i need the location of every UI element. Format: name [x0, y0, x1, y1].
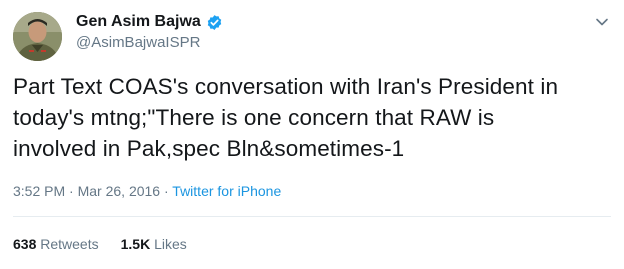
tweet-metadata: 3:52 PM · Mar 26, 2016 · Twitter for iPh…	[13, 183, 281, 199]
likes-stat[interactable]: 1.5K Likes	[121, 236, 187, 252]
meta-separator: ·	[69, 183, 74, 199]
divider	[13, 216, 611, 217]
display-name[interactable]: Gen Asim Bajwa	[76, 13, 201, 31]
avatar[interactable]	[13, 12, 62, 61]
tweet-text-line: today's mtng;"There is one concern that …	[13, 105, 495, 130]
likes-count: 1.5K	[120, 236, 151, 252]
chevron-down-icon[interactable]	[594, 14, 610, 30]
tweet-text: Part Text COAS's conversation with Iran'…	[13, 71, 611, 164]
tweet-date[interactable]: Mar 26, 2016	[78, 183, 161, 199]
tweet-source-link[interactable]: Twitter for iPhone	[172, 183, 281, 199]
retweets-stat[interactable]: 638 Retweets	[13, 236, 99, 252]
meta-separator: ·	[163, 183, 169, 199]
user-info: Gen Asim Bajwa @AsimBajwaISPR	[76, 12, 223, 51]
tweet-time[interactable]: 3:52 PM	[13, 183, 65, 199]
likes-label: Likes	[154, 236, 187, 252]
retweets-label: Retweets	[40, 236, 99, 252]
tweet-text-line: Part Text COAS's conversation with Iran'…	[13, 74, 559, 99]
handle[interactable]: @AsimBajwaISPR	[76, 34, 223, 51]
tweet-text-line: involved in Pak,spec Bln&sometimes-1	[13, 136, 405, 161]
tweet-stats: 638 Retweets 1.5K Likes	[13, 236, 209, 252]
retweets-count: 638	[13, 236, 37, 252]
verified-badge-icon	[206, 14, 223, 31]
tweet-card: Gen Asim Bajwa @AsimBajwaISPR Part Text …	[0, 0, 624, 269]
